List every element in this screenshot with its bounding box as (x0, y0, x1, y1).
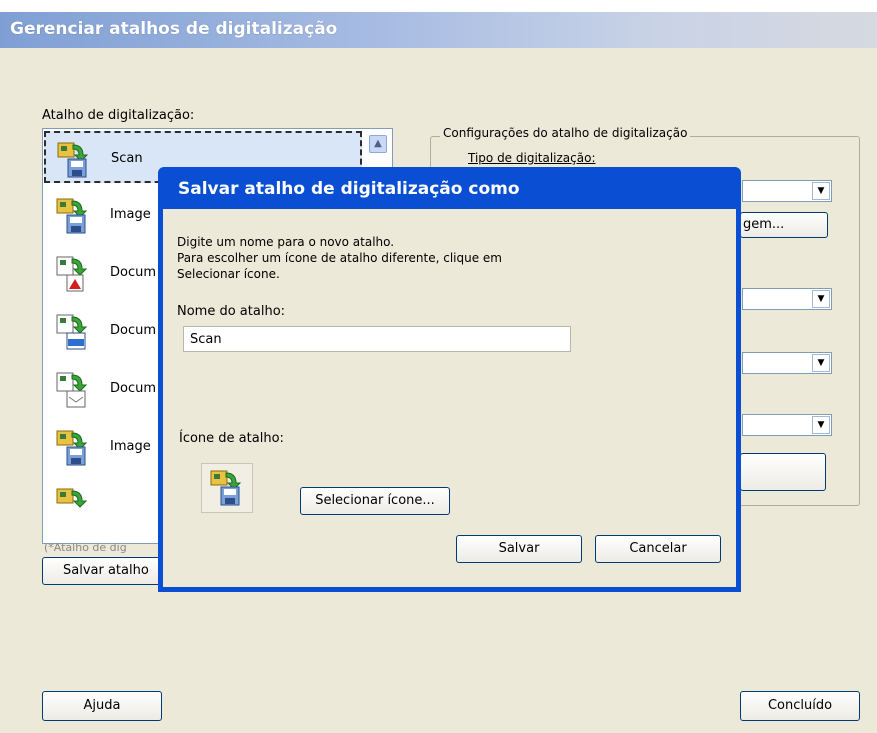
chevron-down-icon[interactable]: ▼ (812, 290, 830, 308)
list-item-label: Docum (110, 323, 157, 338)
shortcut-icon-label: Ícone de atalho: (179, 431, 284, 446)
dialog-body: Digite um nome para o novo atalho. Para … (163, 209, 736, 587)
scan-mail-icon (56, 372, 88, 408)
scan-tiff-icon (56, 314, 88, 350)
chevron-down-icon[interactable]: ▼ (812, 182, 830, 200)
scan-image-icon (56, 488, 88, 508)
save-button[interactable]: Salvar (456, 535, 582, 563)
dialog-title: Salvar atalho de digitalização como (178, 179, 520, 199)
scan-image-icon (56, 198, 88, 234)
list-item-label: Docum (110, 265, 157, 280)
chevron-down-icon[interactable]: ▼ (812, 354, 830, 372)
shortcut-list-label: Atalho de digitalização: (42, 108, 195, 123)
settings-select-2[interactable]: ▼ (742, 288, 832, 310)
done-button[interactable]: Concluído (740, 691, 860, 721)
window-title: Gerenciar atalhos de digitalização (10, 19, 338, 39)
chevron-down-icon[interactable]: ▼ (812, 416, 830, 434)
dialog-instruction-line: Para escolher um ícone de atalho diferen… (177, 251, 502, 265)
shortcut-icon-preview (201, 463, 253, 513)
dialog-instruction-line: Selecionar ícone. (177, 267, 280, 281)
scan-type-select[interactable]: ▼ (742, 180, 832, 202)
settings-select-3[interactable]: ▼ (742, 352, 832, 374)
dialog-instruction-line: Digite um nome para o novo atalho. (177, 235, 395, 249)
settings-group-title: Configurações do atalho de digitalização (440, 126, 691, 140)
scan-type-label: Tipo de digitalização: (468, 151, 596, 165)
help-button[interactable]: Ajuda (42, 691, 162, 721)
settings-select-4[interactable]: ▼ (742, 414, 832, 436)
settings-action-button[interactable] (740, 453, 826, 491)
scroll-up-button[interactable]: ▲ (369, 135, 387, 153)
scan-image-icon (56, 430, 88, 466)
image-settings-button[interactable]: gem... (740, 212, 828, 238)
list-item-label: Scan (111, 151, 143, 166)
window-titlebar: Gerenciar atalhos de digitalização (0, 12, 877, 48)
shortcut-name-input[interactable]: Scan (183, 326, 571, 352)
select-icon-button[interactable]: Selecionar ícone... (300, 487, 450, 515)
cancel-button[interactable]: Cancelar (595, 535, 721, 563)
list-item-label: Image (110, 207, 151, 222)
save-shortcut-dialog: Salvar atalho de digitalização como Digi… (158, 167, 741, 592)
shortcut-name-label: Nome do atalho: (177, 304, 286, 319)
shortcut-note: (*Atalho de dig (44, 541, 127, 554)
list-item-label: Image (110, 439, 151, 454)
scan-image-icon (210, 470, 242, 506)
scan-image-icon (57, 142, 89, 178)
scan-pdf-icon (56, 256, 88, 292)
save-shortcut-button[interactable]: Salvar atalho (42, 557, 162, 585)
list-item-label: Docum (110, 381, 157, 396)
